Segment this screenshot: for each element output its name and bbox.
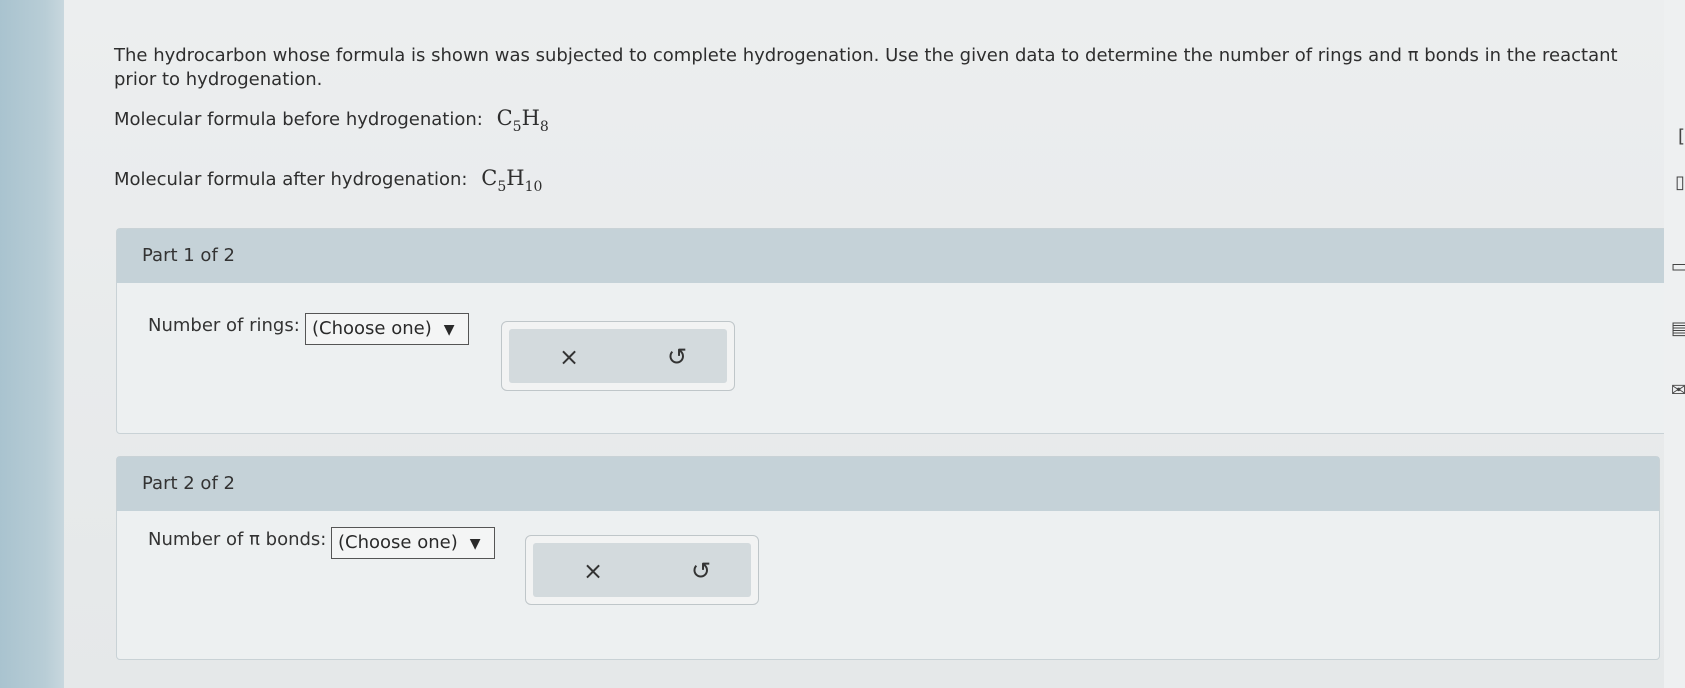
chevron-down-icon: ▼ bbox=[443, 322, 455, 338]
part-2-action-panel: × ↺ bbox=[533, 543, 751, 597]
clear-button[interactable]: × bbox=[577, 555, 609, 587]
before-formula-line: Molecular formula before hydrogenation: … bbox=[114, 106, 549, 135]
after-label: Molecular formula after hydrogenation: bbox=[114, 169, 468, 190]
undo-button[interactable]: ↺ bbox=[685, 555, 717, 587]
part-1-header: Part 1 of 2 bbox=[117, 229, 1667, 283]
question-panel: The hydrocarbon whose formula is shown w… bbox=[64, 0, 1668, 688]
close-icon: × bbox=[558, 343, 580, 371]
part-2-header: Part 2 of 2 bbox=[117, 457, 1659, 511]
part-1-card: Part 1 of 2 Number of rings: (Choose one… bbox=[116, 228, 1668, 434]
part-1-action-panel: × ↺ bbox=[509, 329, 727, 383]
mail-icon[interactable]: ✉ bbox=[1671, 380, 1685, 401]
data-icon[interactable]: ▯ bbox=[1671, 172, 1685, 193]
left-sidebar-strip bbox=[0, 0, 64, 688]
part-2-action-box: × ↺ bbox=[525, 535, 759, 605]
question-text: The hydrocarbon whose formula is shown w… bbox=[114, 45, 1618, 90]
rings-select[interactable]: (Choose one) ▼ bbox=[305, 313, 469, 345]
right-toolbar: [ ▯ ▭ ▤ ✉ bbox=[1664, 0, 1685, 688]
pi-bonds-select[interactable]: (Choose one) ▼ bbox=[331, 527, 495, 559]
close-icon: × bbox=[582, 557, 604, 585]
pi-bonds-label: Number of π bonds: bbox=[148, 529, 327, 550]
clear-button[interactable]: × bbox=[553, 341, 585, 373]
undo-button[interactable]: ↺ bbox=[661, 341, 693, 373]
rings-label: Number of rings: bbox=[148, 315, 300, 336]
bracket-icon[interactable]: [ bbox=[1671, 126, 1685, 147]
part-2-card: Part 2 of 2 Number of π bonds: (Choose o… bbox=[116, 456, 1660, 660]
part-1-action-box: × ↺ bbox=[501, 321, 735, 391]
before-label: Molecular formula before hydrogenation: bbox=[114, 109, 483, 130]
after-formula-line: Molecular formula after hydrogenation: C… bbox=[114, 166, 542, 195]
before-formula: C5H8 bbox=[496, 106, 549, 135]
undo-icon: ↺ bbox=[666, 343, 688, 371]
undo-icon: ↺ bbox=[690, 557, 712, 585]
after-formula: C5H10 bbox=[481, 166, 543, 195]
calculator-icon[interactable]: ▤ bbox=[1671, 318, 1685, 339]
periodic-table-icon[interactable]: ▭ bbox=[1671, 256, 1685, 277]
chevron-down-icon: ▼ bbox=[469, 536, 481, 552]
